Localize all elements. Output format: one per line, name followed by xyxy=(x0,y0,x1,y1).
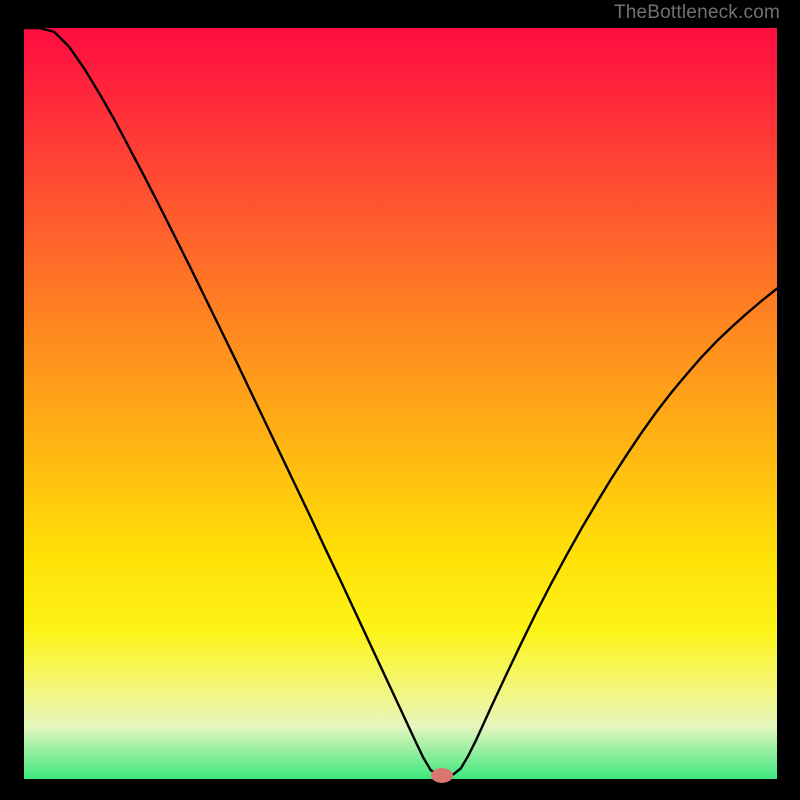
bottleneck-chart: TheBottleneck.com xyxy=(0,0,800,800)
optimum-marker xyxy=(431,768,453,783)
chart-plot-area xyxy=(24,28,777,779)
site-watermark: TheBottleneck.com xyxy=(614,2,780,24)
